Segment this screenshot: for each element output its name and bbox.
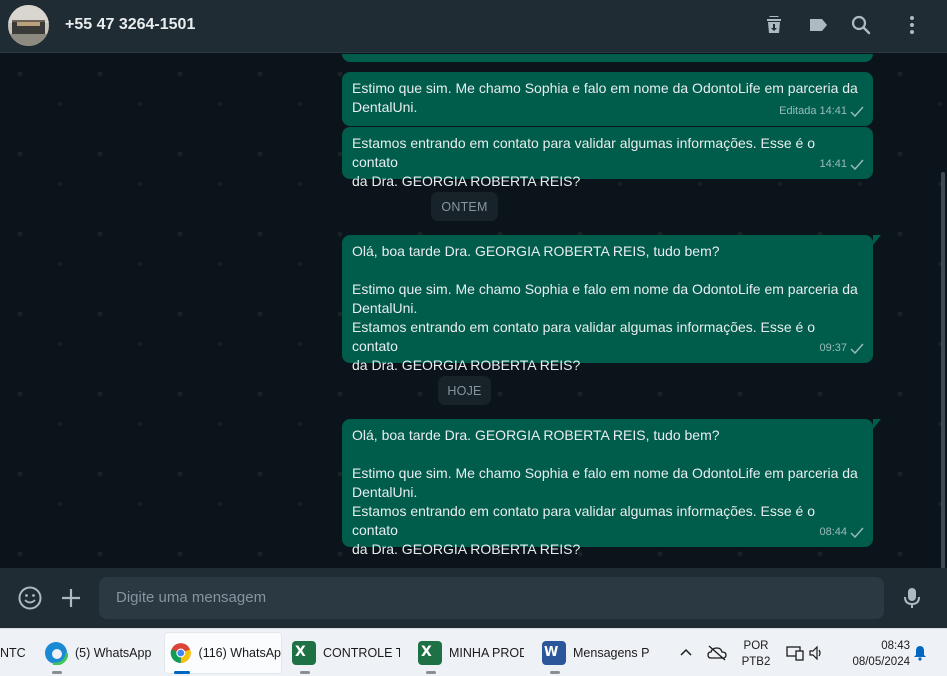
message-line	[352, 445, 863, 464]
taskbar-item-label: NTC	[0, 646, 26, 660]
message-line: Olá, boa tarde Dra. GEORGIA ROBERTA REIS…	[352, 243, 720, 259]
label-icon[interactable]	[806, 13, 830, 37]
taskbar-item-edge-whatsapp[interactable]: (5) WhatsApp	[44, 629, 158, 676]
clock-date: 08/05/2024	[852, 656, 910, 668]
taskbar-item-label: MINHA PROD	[449, 646, 524, 660]
word-icon	[542, 641, 566, 665]
message-bubble[interactable]: Olá, boa tarde Dra. GEORGIA ROBERTA REIS…	[342, 235, 881, 373]
message-time: 14:41	[819, 105, 847, 117]
date-separator: ONTEM	[431, 192, 498, 221]
message-bubble[interactable]: Estimo que sim. Me chamo Sophia e falo e…	[342, 72, 873, 126]
message-line	[352, 261, 863, 280]
volume-icon[interactable]	[809, 646, 825, 660]
taskbar-item-excel-controle[interactable]: CONTROLE TI	[292, 629, 400, 676]
check-icon	[850, 343, 864, 354]
message-line: Estimo que sim. Me chamo Sophia e falo e…	[352, 80, 858, 96]
message-input[interactable]: Digite uma mensagem	[99, 577, 884, 619]
message-time: 09:37	[819, 342, 847, 354]
message-time: 08:44	[819, 526, 847, 538]
excel-icon	[418, 641, 442, 665]
taskbar-item-word-mensagens[interactable]: Mensagens Pa	[542, 629, 650, 676]
message-line: Estamos entrando em contato para validar…	[352, 135, 816, 170]
scrollbar[interactable]	[941, 172, 945, 568]
taskbar-item-chrome-whatsapp[interactable]: (116) WhatsAp	[164, 632, 282, 674]
chat-header: +55 47 3264-1501	[0, 0, 947, 53]
emoji-icon[interactable]	[17, 585, 43, 611]
message-bubble-partial	[342, 54, 873, 62]
menu-icon[interactable]	[900, 13, 924, 37]
taskbar-item-label: CONTROLE TI	[323, 646, 400, 660]
message-line: Estamos entrando em contato para validar…	[352, 319, 816, 354]
network-icon[interactable]	[786, 645, 804, 661]
taskbar-item-label: Mensagens Pa	[573, 646, 650, 660]
message-line: DentalUni.	[352, 300, 418, 316]
message-line: Estimo que sim. Me chamo Sophia e falo e…	[352, 465, 858, 481]
chevron-up-icon[interactable]	[679, 646, 693, 660]
message-line: da Dra. GEORGIA ROBERTA REIS?	[352, 541, 581, 557]
clock[interactable]: 08:43 08/05/2024	[838, 638, 910, 670]
windows-taskbar: NTC (5) WhatsApp (116) WhatsAp CONTROLE …	[0, 628, 947, 676]
taskbar-item-label: (116) WhatsAp	[198, 646, 281, 660]
check-icon	[850, 527, 864, 538]
message-line: DentalUni.	[352, 484, 418, 500]
microphone-icon[interactable]	[899, 585, 925, 611]
language-indicator[interactable]: POR PTB2	[740, 638, 772, 670]
excel-icon	[292, 641, 316, 665]
notification-bell-icon[interactable]	[913, 645, 927, 661]
attach-plus-icon[interactable]	[58, 585, 84, 611]
taskbar-item-excel-producao[interactable]: MINHA PROD	[418, 629, 524, 676]
message-line: da Dra. GEORGIA ROBERTA REIS?	[352, 173, 581, 189]
message-line: Estamos entrando em contato para validar…	[352, 503, 816, 538]
message-line: Estimo que sim. Me chamo Sophia e falo e…	[352, 281, 858, 297]
archive-icon[interactable]	[762, 13, 786, 37]
message-time: 14:41	[819, 158, 847, 170]
taskbar-item-label: (5) WhatsApp	[75, 646, 152, 660]
contact-name[interactable]: +55 47 3264-1501	[65, 16, 195, 34]
message-list[interactable]: Estimo que sim. Me chamo Sophia e falo e…	[0, 54, 947, 568]
message-bubble[interactable]: Estamos entrando em contato para validar…	[342, 127, 873, 189]
message-line: Olá, boa tarde Dra. GEORGIA ROBERTA REIS…	[352, 427, 720, 443]
taskbar-item[interactable]: NTC	[0, 629, 32, 676]
language-code: POR	[743, 640, 769, 652]
clock-time: 08:43	[881, 640, 910, 652]
message-bubble[interactable]: Olá, boa tarde Dra. GEORGIA ROBERTA REIS…	[342, 419, 881, 557]
edge-icon	[44, 641, 68, 665]
search-icon[interactable]	[849, 13, 873, 37]
onedrive-offline-icon[interactable]	[707, 644, 727, 662]
edited-label: Editada	[779, 105, 817, 117]
date-separator: HOJE	[438, 376, 491, 405]
keyboard-layout: PTB2	[741, 656, 771, 668]
check-icon	[850, 159, 864, 170]
check-icon	[850, 106, 864, 117]
message-line: da Dra. GEORGIA ROBERTA REIS?	[352, 357, 581, 373]
chrome-icon	[170, 643, 191, 663]
composer-bar: Digite uma mensagem	[0, 568, 947, 628]
contact-avatar[interactable]	[8, 5, 49, 46]
